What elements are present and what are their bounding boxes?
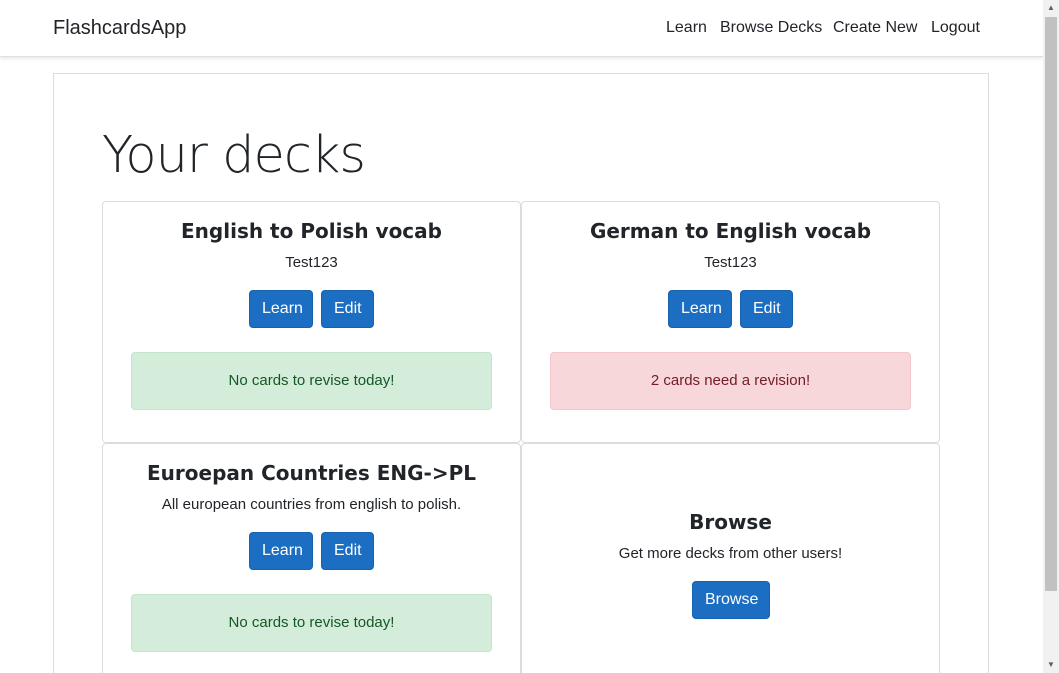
browse-button[interactable]: Browse [692, 581, 770, 619]
edit-button[interactable]: Edit [740, 290, 793, 328]
nav-link-logout[interactable]: Logout [931, 19, 980, 37]
browse-card: Browse Get more decks from other users! … [521, 443, 940, 673]
learn-button[interactable]: Learn [249, 290, 313, 328]
revision-status-alert: No cards to revise today! [131, 594, 492, 652]
top-navbar: FlashcardsApp Learn Browse Decks Create … [0, 0, 1043, 57]
scrollbar-thumb[interactable] [1045, 17, 1057, 591]
deck-title: Euroepan Countries ENG->PL [147, 461, 476, 485]
deck-card: English to Polish vocab Test123 Learn Ed… [102, 201, 521, 443]
nav-link-create-new[interactable]: Create New [833, 19, 917, 37]
revision-status-alert: 2 cards need a revision! [550, 352, 911, 410]
deck-description: All european countries from english to p… [161, 496, 462, 513]
nav-link-browse-decks[interactable]: Browse Decks [720, 19, 822, 37]
edit-button[interactable]: Edit [321, 532, 374, 570]
deck-description: Test123 [704, 254, 757, 271]
learn-button[interactable]: Learn [668, 290, 732, 328]
browse-description: Get more decks from other users! [618, 545, 843, 562]
deck-description: Test123 [285, 254, 338, 271]
edit-button[interactable]: Edit [321, 290, 374, 328]
vertical-scrollbar[interactable]: ▲ ▼ [1043, 0, 1059, 673]
arrow-down-icon[interactable]: ▼ [1043, 657, 1059, 673]
deck-title: German to English vocab [589, 219, 872, 243]
brand-link[interactable]: FlashcardsApp [53, 17, 186, 40]
page-title: Your decks [102, 126, 366, 185]
browse-title: Browse [689, 510, 772, 534]
nav-link-learn[interactable]: Learn [666, 19, 707, 37]
main-container: Your decks English to Polish vocab Test1… [53, 73, 989, 673]
deck-card: German to English vocab Test123 Learn Ed… [521, 201, 940, 443]
deck-card: Euroepan Countries ENG->PL All european … [102, 443, 521, 673]
learn-button[interactable]: Learn [249, 532, 313, 570]
revision-status-alert: No cards to revise today! [131, 352, 492, 410]
arrow-up-icon[interactable]: ▲ [1043, 0, 1059, 16]
deck-title: English to Polish vocab [181, 219, 442, 243]
